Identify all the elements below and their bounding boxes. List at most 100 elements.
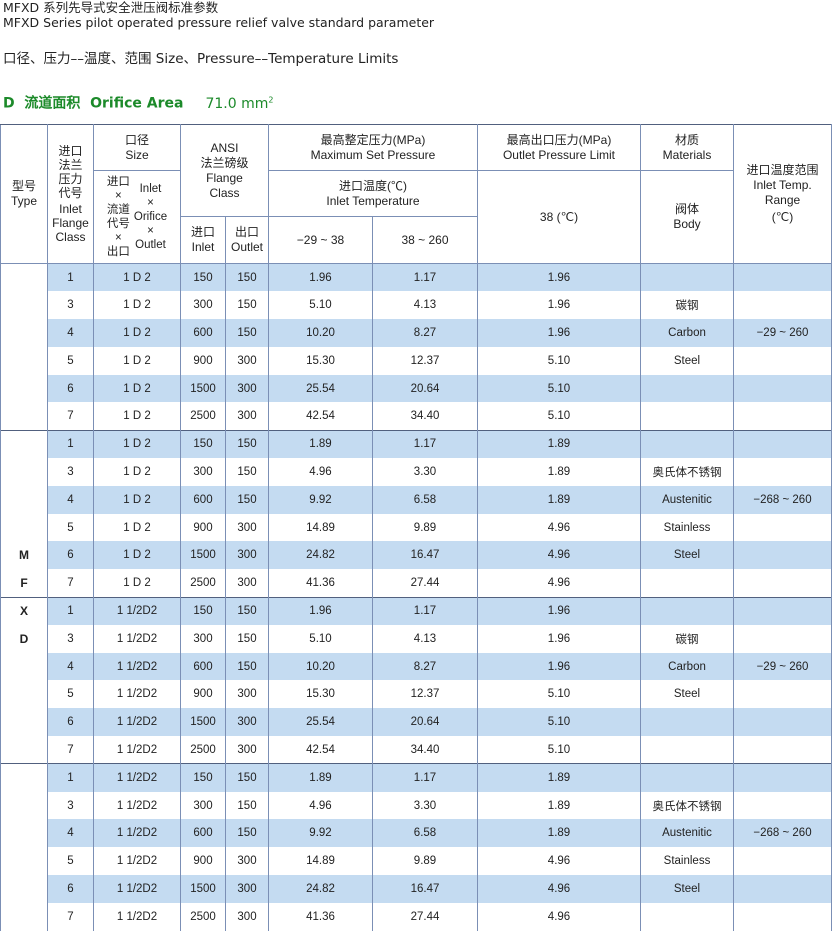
cell-type	[0, 291, 48, 320]
cell-outlet-limit: 1.96	[477, 291, 641, 320]
cell-pressure-low: 14.89	[268, 513, 373, 542]
cell-pressure-low: 5.10	[268, 624, 373, 653]
cell-size: 1 D 2	[93, 263, 181, 292]
cell-pressure-high: 9.89	[372, 513, 478, 542]
cell-type: X	[0, 596, 48, 625]
cell-pressure-high: 1.17	[372, 763, 478, 792]
table-row: 41 D 2 600 150 9.92 6.58 1.89 Austenitic −268 ~…	[0, 485, 832, 514]
table-row: X11 1/2D2 150 150 1.96 1.17 1.96	[0, 596, 832, 625]
cell-inlet-class: 7	[47, 569, 94, 598]
cell-temp-range	[733, 374, 832, 403]
cell-pressure-high: 1.17	[372, 596, 478, 625]
cell-temp-range	[733, 458, 832, 486]
cell-type	[0, 485, 48, 514]
cell-outlet-limit: 4.96	[477, 541, 641, 570]
subtitle: 口径、压力––温度、范围 Size、Pressure––Temperature …	[3, 51, 399, 67]
cell-pressure-low: 10.20	[268, 652, 373, 681]
orifice-area: D 流道面积 Orifice Area 71.0 mm2	[3, 90, 273, 114]
orifice-label: D 流道面积 Orifice Area	[3, 95, 184, 112]
cell-pressure-low: 25.54	[268, 708, 373, 737]
cell-inlet: 600	[180, 819, 226, 848]
cell-body-material: 碳钢	[640, 291, 734, 320]
cell-type	[0, 429, 48, 459]
col-outlet-limit: 最高出口压力(MPa) Outlet Pressure Limit	[477, 124, 641, 171]
cell-size: 1 1/2D2	[93, 624, 181, 653]
cell-inlet: 900	[180, 513, 226, 542]
cell-temp-range	[733, 680, 832, 709]
title-en: MFXD Series pilot operated pressure reli…	[3, 15, 435, 30]
cell-temp-range	[733, 847, 832, 876]
cell-outlet-limit: 1.96	[477, 319, 641, 347]
cell-pressure-low: 9.92	[268, 819, 373, 848]
cell-pressure-low: 4.96	[268, 791, 373, 820]
spec-table: 型号 Type 进口法兰压力代号 Inlet Flange Class 口径 Size…	[0, 124, 832, 931]
cell-inlet-class: 4	[47, 319, 94, 347]
cell-outlet-limit: 1.96	[477, 596, 641, 625]
cell-size: 1 1/2D2	[93, 680, 181, 709]
cell-outlet: 300	[225, 569, 269, 598]
cell-type: D	[0, 624, 48, 653]
cell-outlet: 150	[225, 624, 269, 653]
table-row: 31 D 2 300 150 4.96 3.30 1.89 奥氏体不锈钢	[0, 458, 832, 486]
cell-pressure-low: 42.54	[268, 402, 373, 431]
cell-pressure-low: 24.82	[268, 541, 373, 570]
cell-inlet: 2500	[180, 569, 226, 598]
cell-outlet: 300	[225, 847, 269, 876]
cell-body-material: Steel	[640, 875, 734, 903]
cell-size: 1 1/2D2	[93, 596, 181, 625]
col-outlet-temp: 38 (℃)	[477, 170, 641, 264]
cell-inlet: 900	[180, 680, 226, 709]
cell-inlet-class: 7	[47, 902, 94, 931]
cell-temp-range	[733, 736, 832, 764]
col-inlet: 进口 Inlet	[180, 216, 226, 264]
table-row: 31 D 2 300 150 5.10 4.13 1.96 碳钢	[0, 291, 832, 320]
cell-type: F	[0, 569, 48, 598]
cell-temp-range	[733, 624, 832, 653]
cell-pressure-high: 34.40	[372, 402, 478, 431]
cell-size: 1 D 2	[93, 429, 181, 459]
cell-inlet-class: 6	[47, 374, 94, 403]
cell-temp-range: −268 ~ 260	[733, 819, 832, 848]
cell-body-material	[640, 429, 734, 459]
cell-type	[0, 263, 48, 292]
cell-outlet: 300	[225, 374, 269, 403]
cell-pressure-low: 24.82	[268, 875, 373, 903]
cell-inlet-class: 1	[47, 763, 94, 792]
cell-temp-range	[733, 429, 832, 459]
cell-body-material: 奥氏体不锈钢	[640, 791, 734, 820]
cell-inlet-class: 5	[47, 680, 94, 709]
table-body: 11 D 2 150 150 1.96 1.17 1.96 3 1 D 2 300 150 5.10…	[0, 263, 832, 931]
cell-temp-range	[733, 569, 832, 598]
cell-size: 1 1/2D2	[93, 791, 181, 820]
cell-inlet: 600	[180, 319, 226, 347]
cell-size: 1 1/2D2	[93, 736, 181, 764]
cell-type	[0, 680, 48, 709]
cell-pressure-high: 4.13	[372, 624, 478, 653]
col-temp-a: −29 ~ 38	[268, 216, 373, 264]
cell-inlet: 300	[180, 624, 226, 653]
cell-type	[0, 763, 48, 792]
cell-body-material: Carbon	[640, 652, 734, 681]
cell-body-material: Steel	[640, 346, 734, 375]
cell-temp-range	[733, 541, 832, 570]
cell-outlet: 150	[225, 652, 269, 681]
cell-outlet-limit: 4.96	[477, 875, 641, 903]
cell-outlet: 150	[225, 458, 269, 486]
cell-inlet-class: 4	[47, 652, 94, 681]
col-body: 阀体 Body	[640, 170, 734, 264]
cell-size: 1 1/2D2	[93, 847, 181, 876]
cell-type	[0, 652, 48, 681]
cell-outlet-limit: 4.96	[477, 847, 641, 876]
table-row: 71 D 2 2500 300 42.54 34.40 5.10	[0, 402, 832, 431]
cell-pressure-low: 25.54	[268, 374, 373, 403]
cell-temp-range	[733, 708, 832, 737]
cell-size: 1 1/2D2	[93, 875, 181, 903]
cell-temp-range: −29 ~ 260	[733, 319, 832, 347]
cell-outlet: 300	[225, 736, 269, 764]
cell-pressure-high: 16.47	[372, 875, 478, 903]
cell-body-material	[640, 902, 734, 931]
cell-inlet-class: 7	[47, 736, 94, 764]
cell-pressure-high: 6.58	[372, 819, 478, 848]
cell-type	[0, 374, 48, 403]
cell-type	[0, 847, 48, 876]
